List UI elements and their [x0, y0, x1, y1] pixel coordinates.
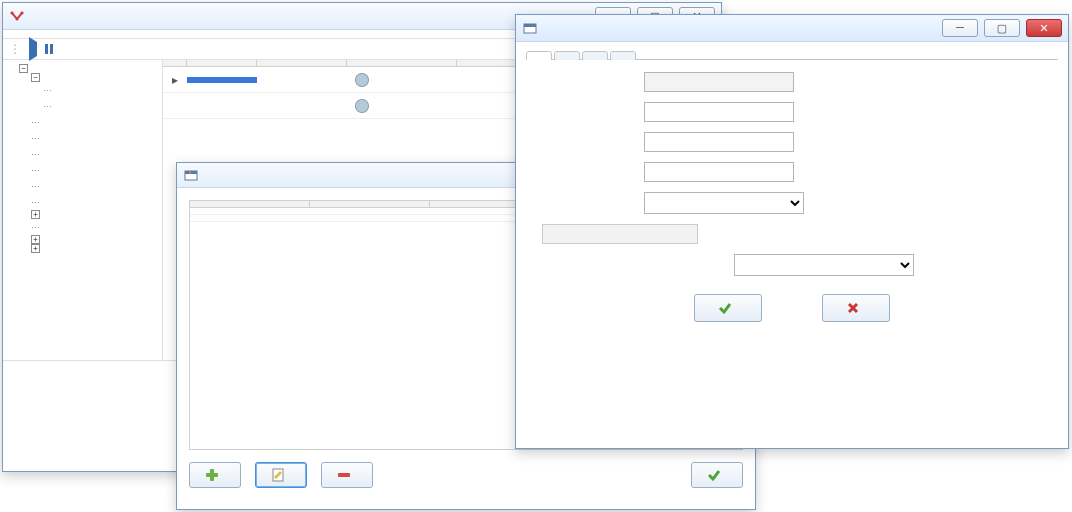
edit-extension-dialog: ─ ▢ ✕ — [515, 14, 1069, 449]
tree-acdagents[interactable]: ⋯ — [31, 146, 158, 162]
tree-root[interactable]: − — [19, 64, 158, 73]
collapse-icon[interactable]: − — [19, 64, 28, 73]
tree-ext-101[interactable]: ⋯ — [43, 82, 158, 98]
check-icon — [717, 300, 733, 316]
edit-button[interactable] — [255, 462, 307, 488]
app-icon — [9, 8, 25, 24]
col-name[interactable] — [257, 60, 347, 66]
tree-channels[interactable]: + — [31, 244, 158, 253]
window-icon — [183, 167, 199, 183]
ok-button[interactable] — [691, 462, 743, 488]
password-field[interactable] — [644, 132, 794, 152]
tree-ext-102[interactable]: ⋯ — [43, 98, 158, 114]
tab-basic[interactable] — [526, 51, 552, 60]
check-icon — [706, 467, 722, 483]
x-icon — [845, 300, 861, 316]
cancel-button[interactable] — [822, 294, 890, 322]
form-basic — [516, 60, 1068, 334]
tab-advanced[interactable] — [554, 51, 580, 60]
expand-icon[interactable]: + — [31, 210, 40, 219]
maximize-button[interactable]: ▢ — [984, 19, 1020, 37]
extension-field[interactable] — [644, 72, 794, 92]
tree-monitorgroups[interactable]: ⋯ — [31, 219, 158, 235]
col-exten[interactable] — [187, 60, 257, 66]
play-icon[interactable] — [29, 42, 37, 56]
tree-conferencerooms[interactable]: + — [31, 235, 158, 244]
tree-extensions[interactable]: − — [31, 73, 158, 82]
email-field[interactable] — [644, 162, 794, 182]
edit-titlebar: ─ ▢ ✕ — [516, 15, 1068, 42]
delete-button[interactable] — [321, 462, 373, 488]
tree-sipaccounts[interactable]: ⋯ — [31, 114, 158, 130]
virtual-address-field[interactable] — [542, 224, 698, 244]
tree-ringgroups[interactable]: ⋯ — [31, 194, 158, 210]
tab-callforwarding[interactable] — [610, 51, 636, 60]
col-extension[interactable] — [190, 201, 310, 207]
auth-type-select[interactable] — [734, 254, 914, 276]
user-icon — [355, 99, 369, 113]
row-indicator-icon: ▸ — [163, 73, 187, 87]
tree-huntgroups[interactable]: ⋯ — [31, 162, 158, 178]
username-field[interactable] — [644, 102, 794, 122]
add-button[interactable] — [189, 462, 241, 488]
col-name[interactable] — [310, 201, 430, 207]
tab-voicemail[interactable] — [582, 51, 608, 60]
expand-icon[interactable]: + — [31, 244, 40, 253]
tree-dialplans[interactable]: ⋯ — [31, 130, 158, 146]
minimize-button[interactable]: ─ — [942, 19, 978, 37]
minus-icon — [336, 467, 352, 483]
tab-strip — [526, 50, 1058, 60]
tree-parkingslots[interactable]: ⋯ — [31, 178, 158, 194]
pencil-icon — [270, 467, 286, 483]
collapse-icon[interactable]: − — [31, 73, 40, 82]
tree-panel: − − ⋯ ⋯ ⋯ ⋯ ⋯ ⋯ ⋯ ⋯ + ⋯ + + — [3, 60, 163, 360]
col-status[interactable] — [347, 60, 457, 66]
update-button[interactable] — [694, 294, 762, 322]
tree-ivrmenus[interactable]: + — [31, 210, 158, 219]
window-icon — [522, 20, 538, 36]
plus-icon — [204, 467, 220, 483]
toolbar-grip-icon: ⋮ — [9, 42, 21, 56]
extension-type-select[interactable] — [644, 192, 804, 214]
pause-icon[interactable] — [45, 44, 53, 54]
close-button[interactable]: ✕ — [1026, 19, 1062, 37]
user-icon — [355, 73, 369, 87]
